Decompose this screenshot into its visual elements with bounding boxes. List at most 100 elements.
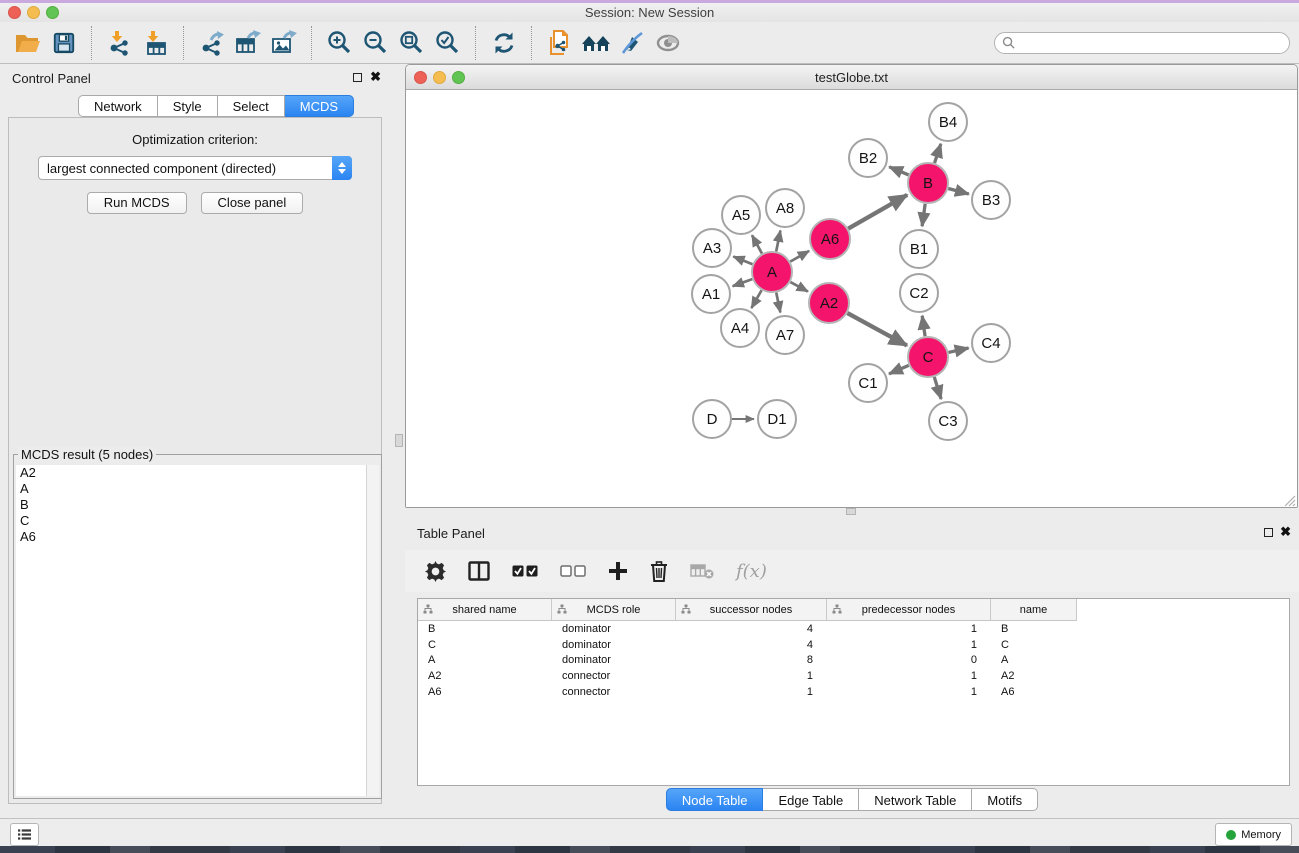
function-builder-icon[interactable]: f(x) [736,561,767,582]
close-panel-button[interactable]: Close panel [201,192,304,214]
edge-A-A3[interactable] [733,257,752,265]
close-panel-icon[interactable]: ✖ [370,70,381,84]
tab-edge-table[interactable]: Edge Table [763,788,859,811]
tab-network-table[interactable]: Network Table [859,788,972,811]
open-file-icon[interactable] [10,25,46,61]
zoom-out-icon[interactable] [358,25,394,61]
save-session-icon[interactable] [46,25,82,61]
tab-mcds[interactable]: MCDS [285,95,354,117]
graph-node-B2[interactable]: B2 [849,139,887,177]
graph-node-D[interactable]: D [693,400,731,438]
mcds-result-item[interactable]: B [16,497,367,513]
edge-A-A4[interactable] [751,290,761,308]
float-table-panel-icon[interactable] [1264,528,1273,537]
edge-A-A7[interactable] [776,293,780,313]
float-panel-icon[interactable] [353,73,362,82]
edge-C-C1[interactable] [889,365,909,374]
graph-node-C4[interactable]: C4 [972,324,1010,362]
export-image-icon[interactable] [266,25,302,61]
node-table[interactable]: shared nameMCDS rolesuccessor nodesprede… [417,598,1290,786]
network-window-titlebar[interactable]: testGlobe.txt [406,65,1297,90]
edge-B-B2[interactable] [889,167,908,175]
mcds-result-scrollbar[interactable] [366,465,379,796]
table-row[interactable]: A6connector11A6 [418,684,1289,700]
vertical-splitter-handle[interactable] [395,434,403,447]
clone-network-icon[interactable] [542,25,578,61]
tab-style[interactable]: Style [158,95,218,117]
close-table-panel-icon[interactable]: ✖ [1280,525,1291,539]
resize-grip-icon[interactable] [1282,493,1296,507]
select-all-checkboxes-icon[interactable] [512,565,538,578]
mcds-result-list[interactable]: A2ABCA6 [16,465,367,796]
edge-A6-B[interactable] [848,195,907,229]
zoom-in-icon[interactable] [322,25,358,61]
column-header-shared-name[interactable]: shared name [418,599,552,621]
import-network-icon[interactable] [102,25,138,61]
graph-node-C[interactable]: C [908,337,948,377]
split-columns-icon[interactable] [468,561,490,581]
delete-column-icon[interactable] [650,561,668,582]
table-row[interactable]: Bdominator41B [418,621,1289,637]
graph-node-A3[interactable]: A3 [693,229,731,267]
zoom-fit-icon[interactable] [394,25,430,61]
graph-node-A[interactable]: A [752,252,792,292]
edge-A-A1[interactable] [733,279,753,286]
table-row[interactable]: A2connector11A2 [418,668,1289,684]
search-input[interactable] [1019,35,1289,51]
edge-A-A6[interactable] [790,251,809,262]
column-header-MCDS-role[interactable]: MCDS role [552,599,676,621]
deselect-all-checkboxes-icon[interactable] [560,565,586,578]
search-field[interactable] [994,32,1290,54]
edge-C-C4[interactable] [948,348,968,352]
export-table-icon[interactable] [230,25,266,61]
graph-node-A7[interactable]: A7 [766,316,804,354]
tab-motifs[interactable]: Motifs [972,788,1038,811]
edge-A-A8[interactable] [776,231,780,252]
graph-node-A6[interactable]: A6 [810,219,850,259]
graph-node-B[interactable]: B [908,163,948,203]
mcds-result-item[interactable]: A [16,481,367,497]
edge-B-B4[interactable] [935,144,941,163]
column-header-successor-nodes[interactable]: successor nodes [676,599,827,621]
graph-node-D1[interactable]: D1 [758,400,796,438]
houses-icon[interactable] [578,25,614,61]
hide-annotations-icon[interactable] [614,25,650,61]
criterion-dropdown[interactable]: largest connected component (directed) [38,156,352,180]
edge-B-B1[interactable] [922,204,925,226]
edge-A-A2[interactable] [790,282,807,292]
column-header-name[interactable]: name [991,599,1077,621]
network-canvas[interactable]: B4B2BB3A5A8A6A3B1AC2A1A2A4A7C4CC1C3DD1 [406,90,1297,508]
table-row[interactable]: Adominator80A [418,652,1289,668]
task-history-button[interactable] [10,823,39,846]
settings-gear-icon[interactable] [425,561,446,582]
graph-node-C3[interactable]: C3 [929,402,967,440]
mcds-result-item[interactable]: A2 [16,465,367,481]
memory-button[interactable]: Memory [1215,823,1292,846]
graph-node-B1[interactable]: B1 [900,230,938,268]
delete-table-icon[interactable] [690,563,714,580]
tab-select[interactable]: Select [218,95,285,117]
graph-node-A4[interactable]: A4 [721,309,759,347]
graph-node-A8[interactable]: A8 [766,189,804,227]
graph-node-A1[interactable]: A1 [692,275,730,313]
zoom-selected-icon[interactable] [430,25,466,61]
edge-C-C3[interactable] [934,377,941,399]
edge-C-C2[interactable] [922,316,925,336]
table-row[interactable]: Cdominator41C [418,637,1289,653]
add-column-icon[interactable] [608,561,628,581]
horizontal-splitter-handle[interactable] [846,508,856,515]
refresh-icon[interactable] [486,25,522,61]
graph-node-C1[interactable]: C1 [849,364,887,402]
graph-node-C2[interactable]: C2 [900,274,938,312]
eye-icon[interactable] [650,25,686,61]
run-mcds-button[interactable]: Run MCDS [87,192,187,214]
mcds-result-item[interactable]: A6 [16,529,367,545]
import-table-icon[interactable] [138,25,174,61]
tab-network[interactable]: Network [78,95,158,117]
export-network-icon[interactable] [194,25,230,61]
graph-node-A2[interactable]: A2 [809,283,849,323]
graph-node-A5[interactable]: A5 [722,196,760,234]
tab-node-table[interactable]: Node Table [666,788,764,811]
edge-A2-C[interactable] [847,313,906,345]
edge-A-A5[interactable] [752,235,762,253]
